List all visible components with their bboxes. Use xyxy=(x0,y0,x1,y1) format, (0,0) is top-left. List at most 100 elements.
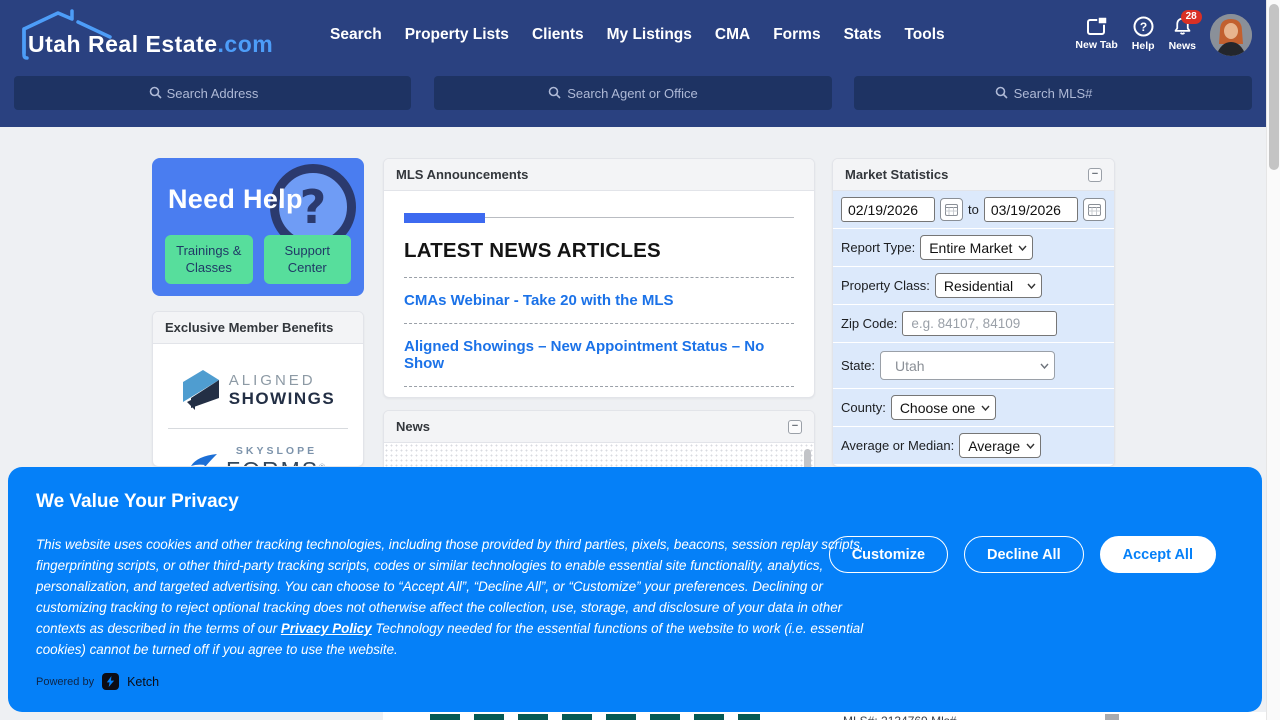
nav-forms[interactable]: Forms xyxy=(773,26,820,44)
new-tab-label: New Tab xyxy=(1075,39,1117,51)
nav-stats[interactable]: Stats xyxy=(844,26,882,44)
member-benefits-header: Exclusive Member Benefits xyxy=(153,312,363,344)
chevron-down-icon xyxy=(1026,443,1035,449)
page: Utah Real Estate.com Search Property Lis… xyxy=(0,0,1280,720)
calendar-from-button[interactable] xyxy=(940,198,963,221)
main-nav: Search Property Lists Clients My Listing… xyxy=(330,26,945,44)
clipped-heading-fragment xyxy=(430,714,760,720)
ketch-logo-icon[interactable] xyxy=(102,673,119,690)
aligned-showings-icon xyxy=(181,368,221,412)
report-type-row: Report Type: Entire Market xyxy=(833,229,1114,267)
county-row: County: Choose one xyxy=(833,389,1114,427)
aligned-line2: SHOWINGS xyxy=(229,389,335,409)
cookie-consent-banner: We Value Your Privacy This website uses … xyxy=(8,467,1262,712)
quick-search-row xyxy=(0,76,1266,110)
site-logo-text: Utah Real Estate.com xyxy=(28,31,273,58)
need-help-title: Need Help xyxy=(168,184,303,215)
state-select[interactable]: Utah xyxy=(880,351,1055,380)
skyslope-icon xyxy=(189,450,219,468)
help-icon: ? xyxy=(1133,16,1154,37)
zip-code-row: Zip Code: xyxy=(833,305,1114,343)
chevron-down-icon xyxy=(981,405,990,411)
average-median-select[interactable]: Average xyxy=(959,433,1041,458)
divider xyxy=(404,323,794,324)
aligned-line1: ALIGNED xyxy=(229,372,335,389)
help-button[interactable]: ? Help xyxy=(1132,12,1155,52)
top-header: Utah Real Estate.com Search Property Lis… xyxy=(0,0,1266,127)
news-button[interactable]: 28 News xyxy=(1169,12,1196,52)
market-statistics-header: Market Statistics − xyxy=(833,159,1114,191)
property-class-row: Property Class: Residential xyxy=(833,267,1114,305)
zip-code-label: Zip Code: xyxy=(841,316,897,331)
minimize-icon[interactable]: − xyxy=(788,420,802,434)
article-link-cmas-webinar[interactable]: CMAs Webinar - Take 20 with the MLS xyxy=(404,292,794,309)
customize-button[interactable]: Customize xyxy=(829,536,948,573)
decline-all-button[interactable]: Decline All xyxy=(964,536,1084,573)
minimize-icon[interactable]: − xyxy=(1088,168,1102,182)
property-class-select[interactable]: Residential xyxy=(935,273,1042,298)
search-mls-input[interactable] xyxy=(854,76,1252,110)
chevron-down-icon xyxy=(1018,245,1027,251)
mls-announcements-header: MLS Announcements xyxy=(384,159,814,191)
report-type-select[interactable]: Entire Market xyxy=(920,235,1033,260)
page-scrollbar-track[interactable] xyxy=(1266,0,1280,720)
ketch-vendor-name[interactable]: Ketch xyxy=(127,675,159,689)
news-label: News xyxy=(1169,40,1196,52)
county-label: County: xyxy=(841,400,886,415)
skyslope-line2: FORMS® xyxy=(226,457,327,467)
clipped-scrollbar-fragment xyxy=(1105,714,1119,720)
skyslope-line1: SKYSLOPE xyxy=(226,445,327,457)
report-type-label: Report Type: xyxy=(841,240,915,255)
nav-property-lists[interactable]: Property Lists xyxy=(405,26,509,44)
need-help-card: ? Need Help Trainings & Classes Support … xyxy=(152,158,364,296)
search-address-input[interactable] xyxy=(14,76,411,110)
svg-text:?: ? xyxy=(1140,20,1147,34)
nav-cma[interactable]: CMA xyxy=(715,26,750,44)
date-from-input[interactable] xyxy=(841,197,935,222)
average-median-row: Average or Median: Average xyxy=(833,427,1114,465)
article-link-aligned-showings[interactable]: Aligned Showings – New Appointment Statu… xyxy=(404,338,794,372)
skyslope-forms-logo[interactable]: SKYSLOPE FORMS® xyxy=(189,429,327,467)
state-label: State: xyxy=(841,358,875,373)
news-panel-title: News xyxy=(396,419,430,434)
calendar-icon xyxy=(1088,203,1101,216)
property-class-label: Property Class: xyxy=(841,278,930,293)
user-avatar[interactable] xyxy=(1210,14,1252,56)
carousel-progress xyxy=(404,213,794,223)
site-logo[interactable]: Utah Real Estate.com xyxy=(14,9,264,61)
search-agent-office-input[interactable] xyxy=(434,76,832,110)
date-to-label: to xyxy=(968,202,979,217)
state-row: State: Utah xyxy=(833,343,1114,389)
latest-news-heading: LATEST NEWS ARTICLES xyxy=(404,239,794,263)
zip-code-input[interactable] xyxy=(902,311,1057,336)
date-range-row: to xyxy=(833,191,1114,229)
clipped-page-content: MLS#: 2134769 Mls# xyxy=(383,712,1266,720)
news-badge: 28 xyxy=(1181,10,1202,24)
mls-announcements-panel: MLS Announcements LATEST NEWS ARTICLES C… xyxy=(383,158,815,398)
header-actions: New Tab ? Help 28 News xyxy=(1075,12,1252,56)
cookie-banner-title: We Value Your Privacy xyxy=(36,491,239,513)
page-scrollbar-thumb[interactable] xyxy=(1269,4,1279,170)
accept-all-button[interactable]: Accept All xyxy=(1100,536,1216,573)
market-statistics-title: Market Statistics xyxy=(845,167,948,182)
nav-clients[interactable]: Clients xyxy=(532,26,584,44)
nav-search[interactable]: Search xyxy=(330,26,382,44)
average-median-label: Average or Median: xyxy=(841,438,954,453)
chevron-down-icon xyxy=(1027,283,1036,289)
county-select[interactable]: Choose one xyxy=(891,395,997,420)
new-tab-button[interactable]: New Tab xyxy=(1075,12,1117,51)
mls-announcements-title: MLS Announcements xyxy=(396,167,528,182)
nav-tools[interactable]: Tools xyxy=(904,26,944,44)
calendar-to-button[interactable] xyxy=(1083,198,1106,221)
aligned-showings-logo[interactable]: ALIGNED SHOWINGS xyxy=(181,354,335,428)
help-label: Help xyxy=(1132,40,1155,52)
date-to-input[interactable] xyxy=(984,197,1078,222)
support-center-button[interactable]: Support Center xyxy=(264,235,352,284)
divider xyxy=(404,277,794,278)
trainings-classes-button[interactable]: Trainings & Classes xyxy=(165,235,253,284)
news-panel-header: News − xyxy=(384,411,814,443)
member-benefits-panel: Exclusive Member Benefits ALIGNED SHOWIN… xyxy=(152,311,364,467)
privacy-policy-link[interactable]: Privacy Policy xyxy=(281,621,372,636)
cookie-banner-text: This website uses cookies and other trac… xyxy=(36,535,888,660)
nav-my-listings[interactable]: My Listings xyxy=(607,26,692,44)
